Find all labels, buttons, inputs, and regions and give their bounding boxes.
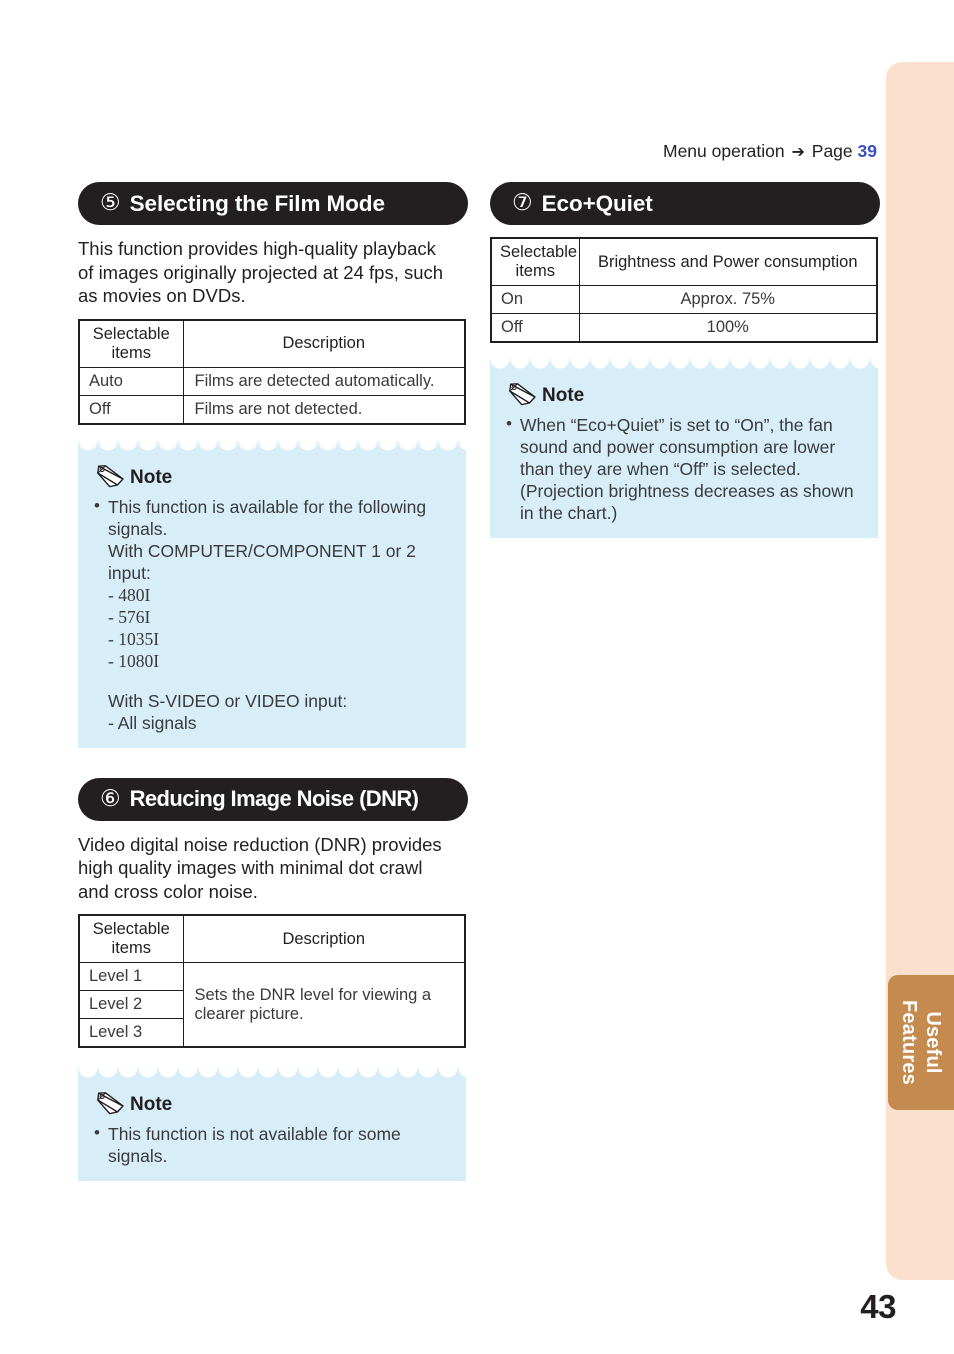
- right-arrow-icon: ➔: [791, 144, 805, 161]
- cell-item: Level 3: [78, 1018, 184, 1048]
- note-item-cont: - 1035I: [108, 628, 160, 649]
- cell-description: Films are not detected.: [182, 394, 466, 424]
- menu-operation-label: Menu operation: [663, 141, 785, 161]
- note-label: Note: [130, 466, 173, 488]
- pencil-icon: [509, 383, 536, 406]
- chapter-tab-label: Useful Features: [888, 975, 954, 1110]
- dnr-intro: Video digital noise reduction (DNR) prov…: [78, 833, 442, 902]
- note-item: This function is available for the follo…: [94, 495, 450, 518]
- cell-item: Off: [490, 313, 580, 343]
- section-title-film-mode: Selecting the Film Mode: [129, 190, 385, 216]
- pencil-icon: [97, 1092, 124, 1115]
- cell-item: Level 2: [78, 990, 184, 1019]
- section-number-icon-6: ⑥: [100, 784, 121, 811]
- cell-value: 100%: [578, 313, 878, 343]
- section-number-icon-5: ⑤: [100, 189, 121, 215]
- cell-item: Off: [78, 394, 184, 424]
- section-header-eco-quiet: ⑦ Eco+Quiet: [490, 182, 880, 225]
- page-reference-number[interactable]: 39: [858, 141, 877, 161]
- note-content-film-mode: This function is available for the follo…: [94, 495, 450, 734]
- cell-description-merged: Sets the DNR level for viewing a clearer…: [182, 962, 466, 1048]
- section-number-icon-7: ⑦: [512, 189, 533, 215]
- note-item-cont: With COMPUTER/COMPONENT 1 or 2 input:: [108, 540, 416, 583]
- table-header-row: Selectable items Brightness and Power co…: [490, 237, 878, 286]
- column-header-brightness-power: Brightness and Power consumption: [578, 237, 878, 286]
- note-item-cont: - All signals: [108, 712, 197, 733]
- note-content-eco-quiet: When “Eco+Quiet” is set to “On”, the fan…: [506, 413, 862, 524]
- chapter-tab-line1: Useful: [922, 1011, 944, 1074]
- note-item: This function is not available for some …: [94, 1122, 450, 1167]
- page-reference-label: Page: [811, 141, 853, 161]
- cell-value: Approx. 75%: [578, 285, 878, 314]
- column-header-selectable-items: Selectable items: [490, 237, 580, 286]
- note-heading: Note: [94, 463, 450, 489]
- table-row: Level 1 Sets the DNR level for viewing a…: [78, 962, 466, 1048]
- note-item-cont: - 480I: [108, 584, 151, 605]
- section-header-film-mode: ⑤ Selecting the Film Mode: [78, 182, 468, 225]
- chapter-tab-useful-features: Useful Features: [888, 975, 954, 1110]
- film-mode-table: Selectable items Description Auto Films …: [78, 318, 466, 425]
- cell-item: Auto: [78, 366, 184, 396]
- note-label: Note: [130, 1094, 173, 1115]
- note-content-dnr: This function is not available for some …: [94, 1122, 450, 1167]
- note-box-film-mode: Note This function is available for the …: [78, 440, 466, 748]
- chapter-tab-line2: Features: [898, 1000, 920, 1085]
- note-item-cont: - 576I: [108, 606, 151, 627]
- table-row: Off Films are not detected.: [78, 394, 466, 424]
- menu-operation-reference: Menu operation ➔ Page 39: [663, 141, 877, 162]
- section-title-eco-quiet: Eco+Quiet: [541, 190, 653, 216]
- dnr-table: Selectable items Description Level 1 Set…: [78, 914, 466, 1048]
- note-heading: Note: [506, 381, 862, 407]
- note-item: When “Eco+Quiet” is set to “On”, the fan…: [506, 413, 862, 524]
- left-column: ⑤ Selecting the Film Mode This function …: [78, 182, 468, 1199]
- table-row: Off 100%: [490, 313, 878, 343]
- section-title-dnr: Reducing Image Noise (DNR): [129, 786, 419, 811]
- note-label: Note: [542, 385, 585, 406]
- eco-quiet-table: Selectable items Brightness and Power co…: [490, 237, 878, 343]
- table-row: On Approx. 75%: [490, 285, 878, 314]
- page-number: 43: [860, 1288, 896, 1325]
- note-box-eco-quiet: Note When “Eco+Quiet” is set to “On”, th…: [490, 359, 878, 538]
- column-header-description: Description: [182, 914, 466, 963]
- note-item-cont: signals.: [108, 518, 168, 539]
- table-row: Auto Films are detected automatically.: [78, 366, 466, 396]
- column-header-description: Description: [182, 319, 466, 368]
- table-header-row: Selectable items Description: [78, 914, 466, 963]
- column-header-selectable-items: Selectable items: [78, 914, 184, 963]
- note-item-cont: - 1080I: [108, 650, 160, 671]
- film-mode-intro: This function provides high-quality play…: [78, 238, 444, 306]
- cell-item: On: [490, 285, 580, 314]
- note-item-cont: With S-VIDEO or VIDEO input:: [108, 690, 348, 711]
- cell-description: Films are detected automatically.: [182, 366, 466, 396]
- right-column: ⑦ Eco+Quiet Selectable items Brightness …: [490, 182, 880, 556]
- section-header-dnr: ⑥ Reducing Image Noise (DNR): [78, 777, 468, 821]
- column-header-selectable-items: Selectable items: [78, 319, 184, 368]
- note-heading: Note: [94, 1090, 450, 1116]
- pencil-icon: [97, 464, 124, 487]
- note-box-dnr: Note This function is not available for …: [78, 1068, 466, 1181]
- cell-item: Level 1: [78, 962, 184, 991]
- table-header-row: Selectable items Description: [78, 319, 466, 368]
